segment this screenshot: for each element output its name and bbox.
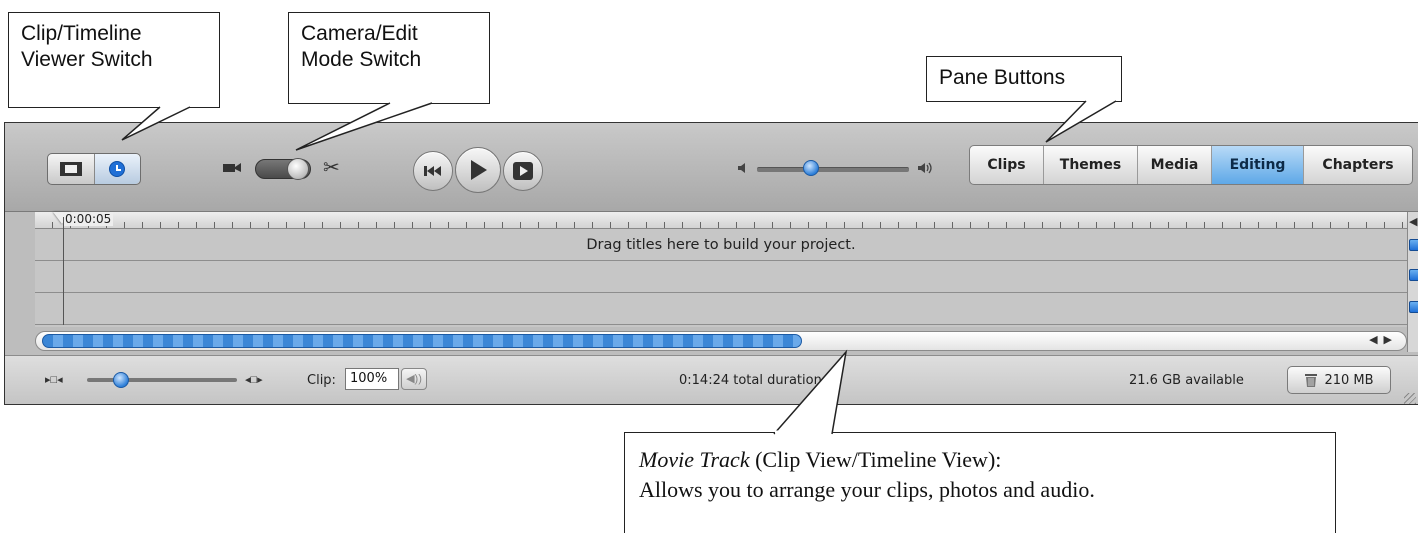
viewer-switch-leader [121, 106, 191, 141]
mode-switch-leader [295, 102, 433, 151]
pane-buttons-leader [1045, 100, 1117, 143]
movie-track-leader [773, 349, 848, 435]
callout-leaders [121, 100, 1117, 435]
